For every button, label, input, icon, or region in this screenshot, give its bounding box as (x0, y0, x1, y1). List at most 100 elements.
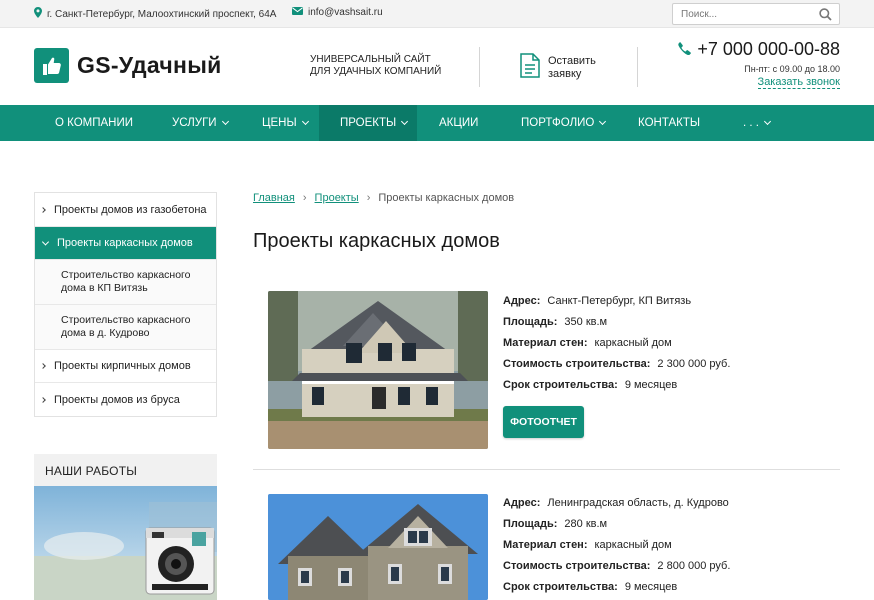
nav-item-projects[interactable]: Проекты (319, 105, 417, 141)
working-hours: Пн-пт: с 09.00 до 18.00 (744, 64, 840, 74)
main-nav: О компании Услуги Цены Проекты Акции Пор… (0, 105, 874, 141)
project-properties: Адрес: Ленинградская область, д. Кудрово … (503, 492, 730, 597)
nav-item-about[interactable]: О компании (55, 105, 133, 141)
project-divider (253, 469, 840, 470)
photo-report-button[interactable]: Фотоотчет (503, 406, 584, 438)
chevron-right-icon (40, 206, 46, 213)
breadcrumb-home[interactable]: Главная (253, 192, 295, 204)
nav-item-promotions[interactable]: Акции (439, 105, 478, 141)
nav-label: О компании (55, 117, 134, 129)
project-cost: Стоимость строительства: 2 800 000 руб. (503, 555, 730, 576)
order-line-2: заявку (548, 68, 582, 80)
project-properties: Адрес: Санкт-Петербург, КП Витязь Площадь… (503, 290, 730, 395)
logo-text: GS-Удачный (77, 52, 222, 78)
order-line-1: Оставить (548, 55, 596, 67)
chevron-down-icon (763, 117, 772, 126)
project-photo-house[interactable] (268, 494, 488, 600)
tagline-line-1: Универсальный сайт (310, 54, 431, 65)
site-logo[interactable]: GS-Удачный (34, 48, 222, 83)
sidebar-item-label: Проекты домов из бруса (54, 393, 180, 406)
nav-label: Контакты (638, 117, 701, 129)
project-area: Площадь: 280 кв.м (503, 513, 730, 534)
envelope-icon (292, 7, 303, 18)
nav-label: Услуги (172, 117, 217, 129)
nav-item-portfolio[interactable]: Портфолио (521, 105, 607, 141)
sidebar-item-timber-houses[interactable]: Проекты домов из бруса (35, 383, 216, 416)
prop-value: 2 800 000 руб. (657, 559, 731, 572)
breadcrumb-projects[interactable]: Проекты (315, 192, 359, 204)
nav-label: Портфолио (521, 117, 595, 129)
phone-number[interactable]: +7 000 000-00-88 (678, 39, 840, 60)
prop-label: Срок строительства: (503, 378, 618, 391)
prop-value: Санкт-Петербург, КП Витязь (547, 294, 692, 307)
nav-item-prices[interactable]: Цены (262, 105, 309, 141)
leave-request-button[interactable]: Оставить заявку (520, 53, 596, 83)
works-photo-camera[interactable] (34, 486, 217, 600)
chevron-down-icon (401, 117, 409, 126)
search-icon[interactable] (819, 8, 832, 26)
breadcrumb-separator: › (366, 192, 371, 204)
prop-value: 350 кв.м (564, 315, 608, 328)
header-divider (637, 47, 638, 87)
page-title: Проекты каркасных домов (253, 230, 500, 252)
sidebar-item-label: Строительство каркасного дома в КП Витяз… (61, 269, 191, 294)
chevron-down-icon (301, 117, 309, 126)
map-pin-icon (34, 7, 42, 21)
address-info: г. Санкт-Петербург, Малоохтинский проспе… (34, 7, 276, 21)
project-photo-house[interactable] (268, 291, 488, 449)
prop-value: 9 месяцев (624, 580, 678, 593)
chevron-down-icon (41, 238, 50, 246)
project-wall-material: Материал стен: каркасный дом (503, 534, 730, 555)
our-works-title: Наши работы (45, 464, 138, 478)
nav-label: Акции (439, 117, 479, 129)
sidebar-item-aerated-concrete[interactable]: Проекты домов из газобетона (35, 193, 216, 227)
sidebar-item-frame-houses[interactable]: Проекты каркасных домов (35, 227, 216, 260)
sidebar-item-label: Проекты домов из газобетона (54, 203, 207, 216)
prop-label: Площадь: (503, 517, 558, 530)
request-callback-link[interactable]: Заказать звонок (757, 76, 840, 89)
project-duration: Срок строительства: 9 месяцев (503, 576, 730, 597)
sidebar-item-brick-houses[interactable]: Проекты кирпичных домов (35, 350, 216, 383)
prop-value: 9 месяцев (624, 378, 678, 391)
nav-item-contacts[interactable]: Контакты (638, 105, 700, 141)
sidebar-item-label: Проекты каркасных домов (57, 237, 193, 249)
sidebar-subitem-vityaz[interactable]: Строительство каркасного дома в КП Витяз… (35, 260, 216, 305)
email-info[interactable]: info@vashsait.ru (292, 7, 383, 18)
phone-icon (678, 39, 692, 60)
project-wall-material: Материал стен: каркасный дом (503, 332, 730, 353)
prop-label: Материал стен: (503, 538, 588, 551)
sidebar-item-label: Строительство каркасного дома в д. Кудро… (61, 314, 191, 339)
thumbs-up-icon (34, 48, 69, 83)
prop-label: Стоимость строительства: (503, 357, 651, 370)
project-area: Площадь: 350 кв.м (503, 311, 730, 332)
chevron-down-icon (221, 117, 229, 126)
address-text: г. Санкт-Петербург, Малоохтинский проспе… (47, 8, 277, 20)
sidebar-item-label: Проекты кирпичных домов (54, 360, 191, 372)
search-box (672, 3, 840, 25)
project-duration: Срок строительства: 9 месяцев (503, 374, 730, 395)
search-input[interactable] (673, 4, 813, 24)
email-link[interactable]: info@vashsait.ru (308, 7, 383, 18)
prop-value: каркасный дом (594, 538, 672, 551)
chevron-right-icon (40, 396, 46, 403)
document-icon (520, 53, 540, 83)
nav-label: . . . (743, 117, 759, 129)
project-address: Адрес: Ленинградская область, д. Кудрово (503, 492, 730, 513)
prop-label: Адрес: (503, 294, 541, 307)
breadcrumb-separator: › (302, 192, 307, 204)
nav-item-services[interactable]: Услуги (172, 105, 229, 141)
breadcrumb-current: Проекты каркасных домов (378, 192, 515, 204)
chevron-down-icon (599, 117, 607, 126)
nav-item-more[interactable]: . . . (743, 105, 772, 141)
chevron-right-icon (40, 363, 46, 369)
prop-value: каркасный дом (594, 336, 672, 349)
prop-label: Площадь: (503, 315, 558, 328)
tagline-line-2: для удачных компаний (310, 66, 442, 77)
sidebar-subitem-kudrovo[interactable]: Строительство каркасного дома в д. Кудро… (35, 305, 216, 350)
prop-label: Адрес: (503, 496, 541, 509)
prop-value: 2 300 000 руб. (657, 357, 731, 370)
breadcrumb: Главная › Проекты › Проекты каркасных до… (253, 192, 514, 204)
sidebar-menu: Проекты домов из газобетона Проекты карк… (34, 192, 217, 417)
our-works-widget: Наши работы (34, 454, 217, 600)
header-divider (479, 47, 480, 87)
